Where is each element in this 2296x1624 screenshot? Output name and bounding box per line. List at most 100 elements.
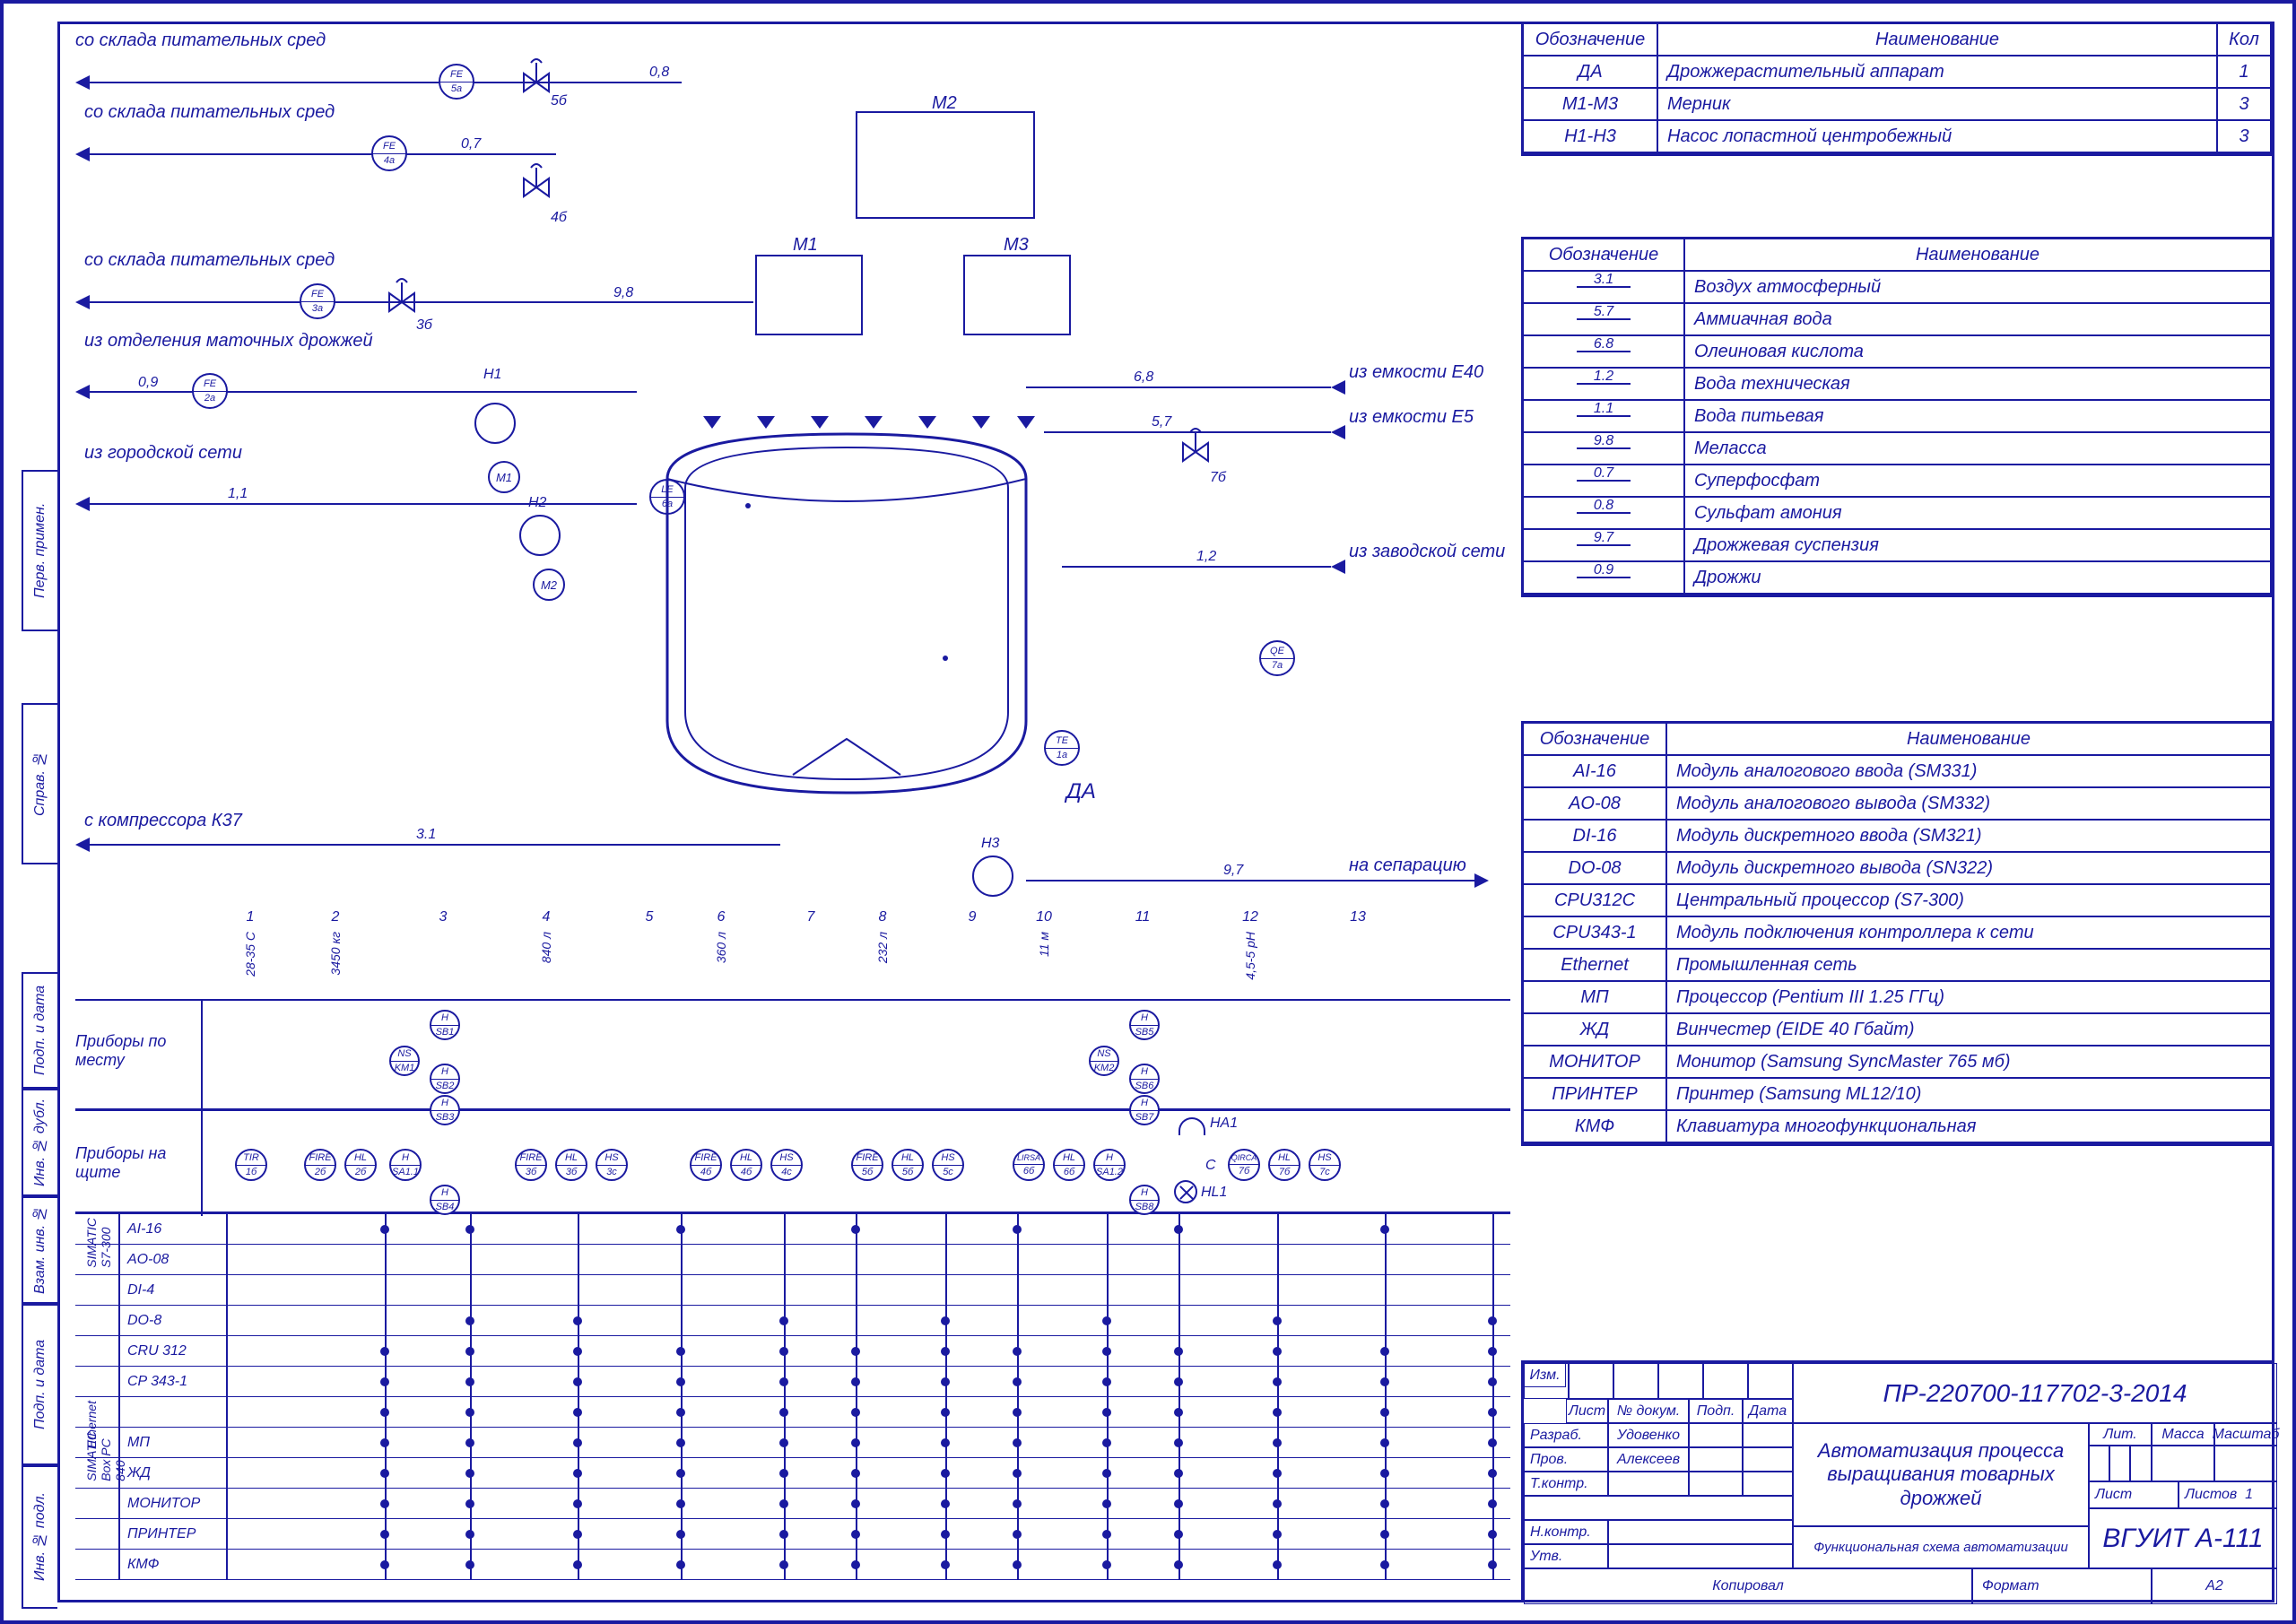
th: Обозначение bbox=[1524, 724, 1667, 756]
td: Промышленная сеть bbox=[1667, 950, 2272, 982]
channel-number: 10 bbox=[1036, 909, 1052, 925]
block-m2 bbox=[856, 111, 1035, 219]
drawing-code: ПР-220700-117702-3-2014 bbox=[1793, 1363, 2277, 1423]
stream-label: из отделения маточных дрожжей bbox=[84, 331, 317, 352]
th: Наименование bbox=[1658, 24, 2218, 56]
bubble-sb7: HSB7 bbox=[1129, 1095, 1160, 1125]
block-label: Н2 bbox=[528, 495, 546, 511]
channel-line bbox=[1385, 1214, 1387, 1580]
td: Меласса bbox=[1685, 433, 2272, 465]
plc-row: МОНИТОР bbox=[75, 1489, 1510, 1519]
plc-row: CRU 312 bbox=[75, 1336, 1510, 1367]
hdr: Подп. bbox=[1689, 1399, 1743, 1423]
sensor-te1a: TE1а bbox=[1044, 730, 1080, 766]
th: Обозначение bbox=[1524, 239, 1685, 272]
stream-id: 1,2 bbox=[1196, 549, 1216, 565]
td: CPU343-1 bbox=[1524, 917, 1667, 950]
line bbox=[90, 503, 637, 505]
channel-line bbox=[470, 1214, 472, 1580]
td: Модуль аналогового вывода (SM332) bbox=[1667, 788, 2272, 821]
pump-n3 bbox=[972, 855, 1013, 897]
sensor-qe7a: QE7а bbox=[1259, 640, 1295, 676]
sensor-fe4a: FE4а bbox=[371, 135, 407, 171]
block-m1 bbox=[755, 255, 863, 335]
td: 3 bbox=[2218, 89, 2272, 121]
channel-line bbox=[784, 1214, 786, 1580]
channel-number: 12 bbox=[1242, 909, 1258, 925]
plc-row: ЖД bbox=[75, 1458, 1510, 1489]
hdr: Т.контр. bbox=[1524, 1472, 1608, 1496]
tag: HA1 bbox=[1210, 1116, 1238, 1132]
stream-id: 9,7 bbox=[1223, 863, 1243, 879]
bubble-hl6b: HL6б bbox=[1053, 1149, 1085, 1181]
td: Дрожжевая суспензия bbox=[1685, 530, 2272, 562]
margin-cell: Инв. № дубл. bbox=[22, 1089, 57, 1196]
plc-row: AO-08 bbox=[75, 1245, 1510, 1275]
sensor-fe2a: FE2а bbox=[192, 373, 228, 409]
stream-label: из емкости Е5 bbox=[1349, 407, 1474, 428]
arrow-icon bbox=[75, 75, 90, 90]
stream-label: со склада питательных сред bbox=[75, 30, 309, 51]
line bbox=[1026, 386, 1331, 388]
channel-value: 360 л bbox=[714, 932, 728, 963]
plc-grid: SIMATIC S7-300AI-16AO-08DI-4DO-8CRU 312C… bbox=[75, 1214, 1510, 1591]
pump-m2s: М2 bbox=[533, 569, 565, 601]
channel-number: 3 bbox=[439, 909, 448, 925]
arrow-icon bbox=[75, 497, 90, 511]
td: Олеиновая кислота bbox=[1685, 336, 2272, 369]
row-label: Приборы по месту bbox=[75, 1032, 201, 1070]
drawing-subtitle: Функциональная схема автоматизации bbox=[1793, 1526, 2089, 1568]
channel-number: 4 bbox=[543, 909, 551, 925]
valve-icon bbox=[389, 293, 414, 311]
hdr: Пров. bbox=[1524, 1447, 1608, 1472]
channel-value: 3450 кг bbox=[328, 932, 343, 976]
arrow-icon bbox=[75, 838, 90, 852]
bubble-hl7b: HL7б bbox=[1268, 1149, 1300, 1181]
margin-cell: Взам. инв. № bbox=[22, 1196, 57, 1304]
bubble-sb8: HSB8 bbox=[1129, 1185, 1160, 1215]
plc-row: ПРИНТЕР bbox=[75, 1519, 1510, 1550]
td: DO-08 bbox=[1524, 853, 1667, 885]
channel-value: 4,5-5 pH bbox=[1243, 932, 1257, 980]
stream-id: 9,8 bbox=[613, 285, 633, 301]
hdr: Листов bbox=[2185, 1487, 2237, 1503]
margin-cell: Подп. и дата bbox=[22, 1304, 57, 1465]
td: Мерник bbox=[1658, 89, 2218, 121]
td: ДА bbox=[1524, 56, 1658, 89]
line bbox=[1062, 566, 1331, 568]
valve-tag: 3б bbox=[416, 317, 432, 334]
plc-row: CP 343-1 bbox=[75, 1367, 1510, 1397]
hdr: Изм. bbox=[1524, 1363, 1566, 1387]
block-m3 bbox=[963, 255, 1071, 335]
block-label: М1 bbox=[793, 235, 818, 256]
arrow-icon bbox=[1331, 560, 1345, 574]
td: DI-16 bbox=[1524, 821, 1667, 853]
pump-n2 bbox=[519, 515, 561, 556]
td: Вода техническая bbox=[1685, 369, 2272, 401]
arrow-icon bbox=[1331, 380, 1345, 395]
stream-id: 1,1 bbox=[228, 486, 248, 502]
arrow-icon bbox=[75, 295, 90, 309]
bubble-sb5: HSB5 bbox=[1129, 1010, 1160, 1040]
hdr: Масштаб bbox=[2214, 1423, 2277, 1446]
valve-tag: 5б bbox=[551, 93, 567, 109]
td: ПРИНТЕР bbox=[1524, 1079, 1667, 1111]
td: Винчестер (EIDE 40 Гбайт) bbox=[1667, 1014, 2272, 1046]
valve-icon bbox=[1183, 443, 1208, 461]
row-label: Приборы на щите bbox=[75, 1144, 201, 1182]
hdr: № докум. bbox=[1608, 1399, 1689, 1423]
channel-number: 7 bbox=[807, 909, 815, 925]
channel-line bbox=[385, 1214, 387, 1580]
bubble-hs5c: HS5с bbox=[932, 1149, 964, 1181]
bubble-lirsa6b: LIRSA6б bbox=[1013, 1149, 1045, 1181]
valve-icon bbox=[524, 178, 549, 196]
channel-value: 11 м bbox=[1037, 932, 1051, 957]
line bbox=[90, 844, 780, 846]
valve-tag: 4б bbox=[551, 210, 567, 226]
modules-table: Обозначение Наименование AI-16Модуль ана… bbox=[1521, 721, 2274, 1146]
channel-line bbox=[1492, 1214, 1494, 1580]
cell: Алексеев bbox=[1608, 1447, 1689, 1472]
bubble-hl4b: HL4б bbox=[730, 1149, 762, 1181]
th: Обозначение bbox=[1524, 24, 1658, 56]
channel-number: 8 bbox=[879, 909, 887, 925]
